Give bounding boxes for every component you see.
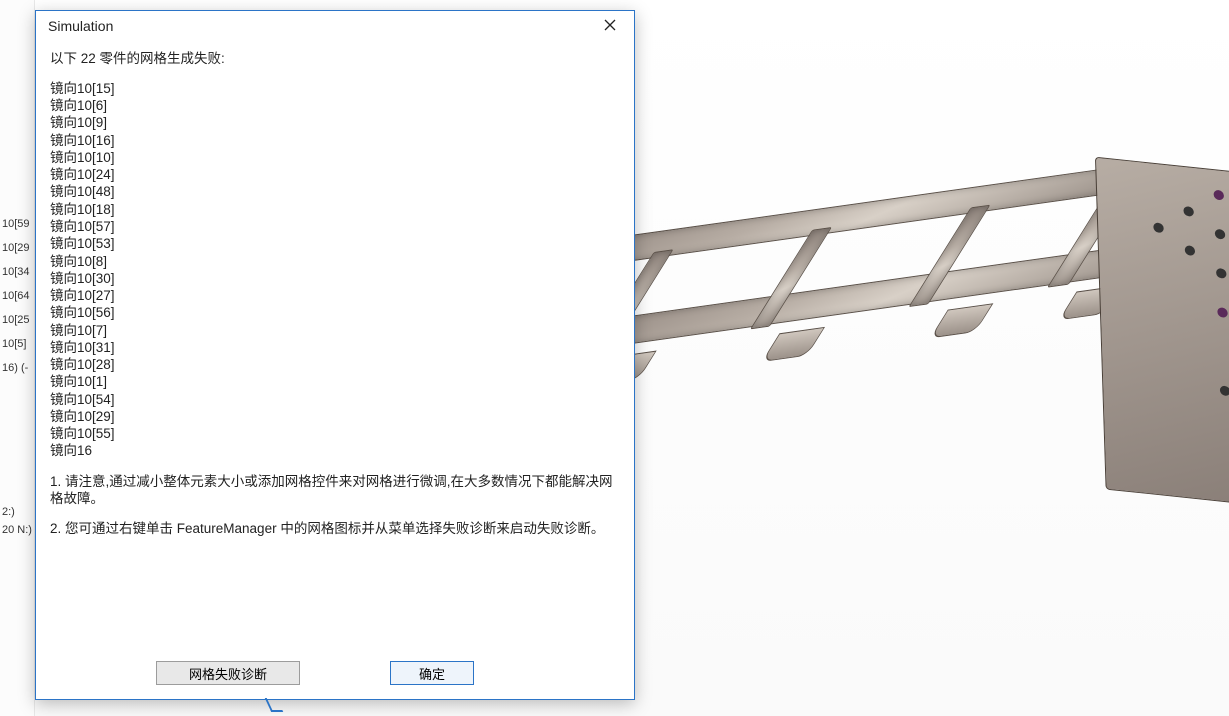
failed-part: 镜向10[48] [50,183,620,200]
failed-part: 镜向10[6] [50,97,620,114]
failed-part: 镜向10[53] [50,235,620,252]
dialog-titlebar[interactable]: Simulation [36,11,634,41]
failed-part: 镜向10[8] [50,253,620,270]
simulation-mesh-fail-dialog: Simulation 以下 22 零件的网格生成失败: 镜向10[15] 镜向1… [35,10,635,700]
model-bracket [762,327,826,362]
dialog-title: Simulation [48,18,113,34]
failed-part: 镜向10[31] [50,339,620,356]
failed-part: 镜向10[55] [50,425,620,442]
dialog-button-row: 网格失败诊断 确定 [36,647,634,699]
tree-row: 16) (- [0,362,35,374]
failed-part: 镜向10[28] [50,356,620,373]
dialog-notes: 1. 请注意,通过减小整体元素大小或添加网格控件来对网格进行微调,在大多数情况下… [50,474,620,539]
dialog-note-1: 1. 请注意,通过减小整体元素大小或添加网格控件来对网格进行微调,在大多数情况下… [50,474,620,508]
dialog-note-2: 2. 您可通过右键单击 FeatureManager 中的网格图标并从菜单选择失… [50,521,620,538]
close-icon [604,19,616,34]
model-bracket [930,303,994,338]
tree-row: 10[59 [0,218,35,230]
failed-part: 镜向10[15] [50,80,620,97]
tree-row: 10[5] [0,338,35,350]
failed-parts-list: 镜向10[15] 镜向10[6] 镜向10[9] 镜向10[16] 镜向10[1… [50,80,620,460]
failed-part: 镜向10[27] [50,287,620,304]
dialog-body: 以下 22 零件的网格生成失败: 镜向10[15] 镜向10[6] 镜向10[9… [36,41,634,647]
model-endplate [1095,157,1229,505]
close-button[interactable] [592,14,628,38]
failed-part: 镜向10[30] [50,270,620,287]
failed-part: 镜向10[57] [50,218,620,235]
failed-part: 镜向10[24] [50,166,620,183]
failed-part: 镜向10[16] [50,132,620,149]
failed-part: 镜向10[10] [50,149,620,166]
tree-row: 10[64 [0,290,35,302]
failed-part: 镜向10[29] [50,408,620,425]
tree-row: 2:) [0,506,35,518]
tree-row: 10[29 [0,242,35,254]
failed-part: 镜向16 [50,442,620,459]
failed-part: 镜向10[1] [50,373,620,390]
tree-row: 10[34 [0,266,35,278]
failed-part: 镜向10[56] [50,304,620,321]
failed-part: 镜向10[9] [50,114,620,131]
tree-row: 10[25 [0,314,35,326]
failed-part: 镜向10[7] [50,322,620,339]
feature-tree-panel: 10[59 10[29 10[34 10[64 10[25 10[5] 16) … [0,0,35,716]
tree-row: 20 N:) [0,524,35,536]
failed-part: 镜向10[54] [50,391,620,408]
dialog-heading: 以下 22 零件的网格生成失败: [50,51,620,68]
ok-button[interactable]: 确定 [390,661,474,685]
mesh-failure-diagnose-button[interactable]: 网格失败诊断 [156,661,300,685]
failed-part: 镜向10[18] [50,201,620,218]
